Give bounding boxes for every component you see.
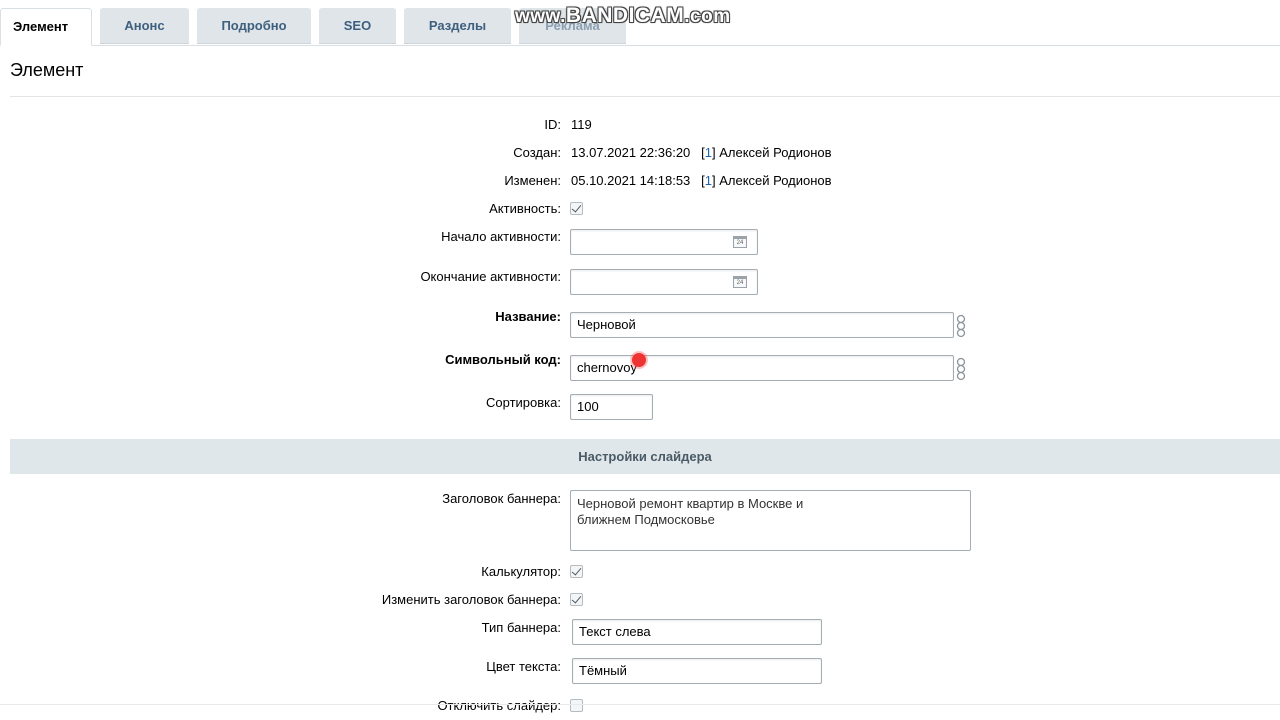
tab-announce[interactable]: Анонс bbox=[100, 8, 189, 44]
mouse-click-marker bbox=[632, 353, 646, 367]
sort-label: Сортировка: bbox=[486, 395, 561, 410]
calculator-checkbox[interactable] bbox=[570, 565, 583, 578]
created-value: 13.07.2021 22:36:20 [1] Алексей Родионов bbox=[571, 145, 832, 160]
modified-value: 05.10.2021 14:18:53 [1] Алексей Родионов bbox=[571, 173, 832, 188]
slider-settings-header: Настройки слайдера bbox=[10, 439, 1280, 474]
banner-type-input[interactable]: Текст слева bbox=[572, 619, 822, 645]
active-from-input[interactable] bbox=[570, 229, 758, 255]
tab-details[interactable]: Подробно bbox=[197, 8, 311, 44]
active-checkbox[interactable] bbox=[570, 202, 583, 215]
banner-title-label: Заголовок баннера: bbox=[442, 491, 561, 506]
calendar-icon[interactable]: 24 bbox=[733, 276, 747, 288]
divider bbox=[0, 704, 1280, 705]
active-to-label: Окончание активности: bbox=[420, 269, 561, 284]
bandicam-watermark: www.BANDICAM.com bbox=[515, 4, 731, 27]
created-user-name: Алексей Родионов bbox=[719, 145, 832, 160]
active-to-input[interactable] bbox=[570, 269, 758, 295]
translit-settings-icon[interactable] bbox=[956, 314, 966, 338]
created-user-link[interactable]: 1 bbox=[705, 145, 712, 160]
text-color-input[interactable]: Тёмный bbox=[572, 658, 822, 684]
modified-user-name: Алексей Родионов bbox=[719, 173, 832, 188]
active-label: Активность: bbox=[489, 201, 561, 216]
tab-element[interactable]: Элемент bbox=[0, 8, 92, 46]
disable-slider-checkbox[interactable] bbox=[570, 699, 583, 712]
created-label: Создан: bbox=[513, 145, 561, 160]
disable-slider-label: Отключить слайдер: bbox=[437, 698, 561, 713]
calendar-icon[interactable]: 24 bbox=[733, 236, 747, 248]
calculator-label: Калькулятор: bbox=[481, 564, 561, 579]
divider bbox=[10, 96, 1280, 97]
code-input[interactable]: chernovoy bbox=[570, 355, 954, 381]
modified-label: Изменен: bbox=[504, 173, 561, 188]
change-banner-title-label: Изменить заголовок баннера: bbox=[381, 592, 561, 607]
banner-type-label: Тип баннера: bbox=[481, 620, 561, 635]
banner-title-textarea[interactable]: Черновой ремонт квартир в Москве и ближн… bbox=[570, 490, 971, 551]
id-label: ID: bbox=[544, 117, 561, 132]
translit-link-icon[interactable] bbox=[956, 357, 966, 381]
name-input[interactable]: Черновой bbox=[570, 312, 954, 338]
text-color-label: Цвет текста: bbox=[486, 659, 561, 674]
modified-user-link[interactable]: 1 bbox=[705, 173, 712, 188]
change-banner-title-checkbox[interactable] bbox=[570, 593, 583, 606]
active-from-label: Начало активности: bbox=[441, 229, 561, 244]
id-value: 119 bbox=[571, 117, 592, 132]
page-title: Элемент bbox=[10, 60, 84, 80]
code-label: Символьный код: bbox=[445, 352, 561, 367]
tab-seo[interactable]: SEO bbox=[319, 8, 396, 44]
tab-sections[interactable]: Разделы bbox=[404, 8, 511, 44]
name-label: Название: bbox=[495, 309, 561, 324]
sort-input[interactable]: 100 bbox=[570, 394, 653, 420]
